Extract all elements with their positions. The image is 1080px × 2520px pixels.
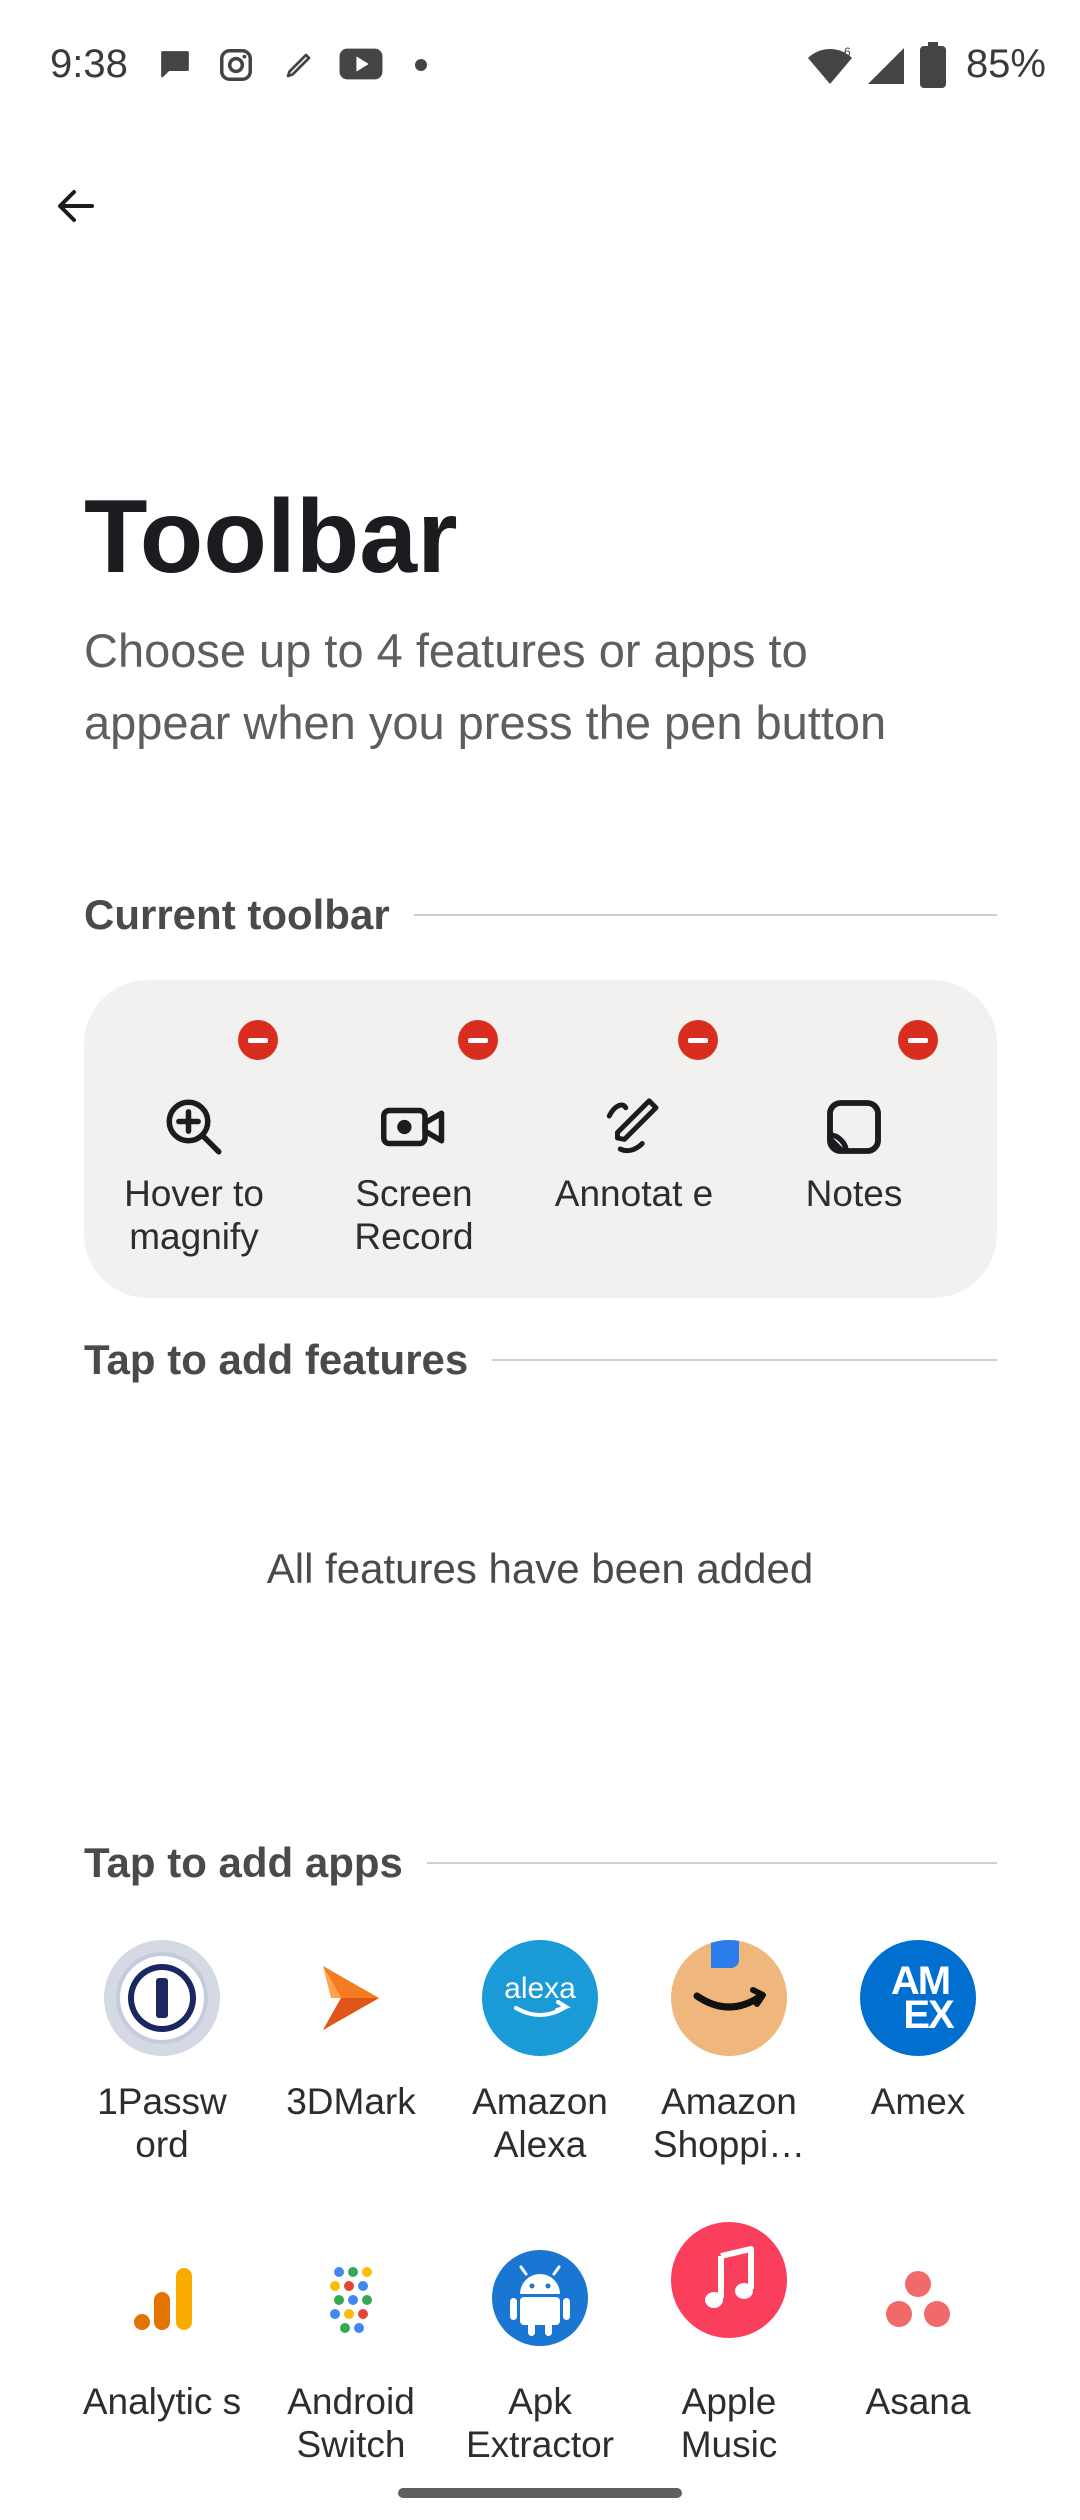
back-button[interactable] xyxy=(40,170,112,242)
wifi-icon: 6 xyxy=(808,45,852,84)
toolbar-item-annotate[interactable]: Annotat e xyxy=(524,980,744,1298)
alexa-wordmark: alexa xyxy=(504,1972,576,2005)
annotate-pen-icon xyxy=(597,1090,671,1164)
instagram-icon xyxy=(220,49,252,81)
zoom-in-icon xyxy=(157,1090,231,1164)
app-apple-music[interactable]: Apple Music xyxy=(634,2222,824,2472)
signal-icon xyxy=(868,48,904,84)
asana-icon xyxy=(860,2240,976,2356)
page-title: Toolbar xyxy=(84,479,458,595)
notes-icon xyxy=(817,1090,891,1164)
app-amex[interactable]: AM EX Amex xyxy=(823,1940,1013,2190)
divider xyxy=(413,914,997,916)
toolbar-item-hover-to-magnify[interactable]: Hover to magnify xyxy=(84,980,304,1298)
status-time: 9:38 xyxy=(50,42,128,86)
app-label: 1Passw ord xyxy=(97,2081,227,2165)
current-toolbar-heading: Current toolbar xyxy=(84,891,390,938)
svg-text:6: 6 xyxy=(844,45,851,59)
home-indicator[interactable] xyxy=(398,2488,682,2498)
divider xyxy=(492,1359,997,1361)
toolbar-item-screen-record[interactable]: Screen Record xyxy=(304,980,524,1298)
features-empty-message: All features have been added xyxy=(266,1545,814,1592)
3dmark-icon xyxy=(293,1940,409,2056)
dot-icon xyxy=(415,59,427,71)
amazon-shopping-icon xyxy=(671,1940,787,2056)
remove-button[interactable] xyxy=(898,1020,938,1060)
app-label: Apple Music xyxy=(680,2381,778,2465)
youtube-icon xyxy=(339,48,383,80)
battery-percentage: 85% xyxy=(965,42,1046,86)
status-bar: 9:38 6 85% xyxy=(0,0,1080,135)
current-toolbar-header: Current toolbar xyxy=(84,885,997,945)
features-heading: Tap to add features xyxy=(84,1336,469,1383)
svg-text:EX: EX xyxy=(903,1993,955,2037)
app-label: Apk Extractor xyxy=(465,2381,615,2465)
app-label: Android Switch xyxy=(287,2381,415,2465)
apple-music-icon xyxy=(671,2222,787,2338)
toolbar-item-notes[interactable]: Notes xyxy=(744,980,964,1298)
app-amazon-shopping[interactable]: Amazon Shoppi… xyxy=(634,1940,824,2190)
1password-icon xyxy=(104,1940,220,2056)
app-label: 3DMark xyxy=(286,2081,416,2122)
app-1password[interactable]: 1Passw ord xyxy=(67,1940,257,2190)
app-apk-extractor[interactable]: Apk Extractor xyxy=(445,2240,635,2490)
app-amazon-alexa[interactable]: alexa Amazon Alexa xyxy=(445,1940,635,2190)
app-asana[interactable]: Asana xyxy=(823,2240,1013,2490)
messages-icon xyxy=(161,51,189,78)
apps-header: Tap to add apps xyxy=(84,1833,997,1893)
apk-extractor-icon xyxy=(482,2240,598,2356)
app-3dmark[interactable]: 3DMark xyxy=(256,1940,446,2190)
toolbar-item-label: Screen Record xyxy=(354,1173,474,1257)
toolbar-item-label: Notes xyxy=(805,1173,903,1214)
divider xyxy=(426,1862,997,1864)
amex-icon: AM EX xyxy=(860,1940,976,2056)
app-label: Amazon Alexa xyxy=(472,2081,608,2165)
features-header: Tap to add features xyxy=(84,1330,997,1390)
app-label: Amex xyxy=(870,2081,966,2122)
alexa-icon: alexa xyxy=(482,1940,598,2056)
toolbar-item-label: Hover to magnify xyxy=(124,1173,264,1257)
app-android-switch[interactable]: Android Switch xyxy=(256,2240,446,2490)
app-label: Analytic s xyxy=(82,2381,242,2422)
android-switch-icon xyxy=(293,2240,409,2356)
analytics-icon xyxy=(104,2240,220,2356)
back-arrow-icon xyxy=(58,190,94,222)
pen-icon xyxy=(286,53,311,78)
current-toolbar-card: Hover to magnify Screen Record Annotat e xyxy=(84,980,997,1298)
page-subtitle: Choose up to 4 features or apps to appea… xyxy=(84,624,887,749)
toolbar-item-label: Annotat e xyxy=(554,1173,714,1214)
remove-button[interactable] xyxy=(458,1020,498,1060)
app-analytics[interactable]: Analytic s xyxy=(67,2240,257,2490)
remove-button[interactable] xyxy=(678,1020,718,1060)
video-camera-icon xyxy=(377,1090,451,1164)
remove-button[interactable] xyxy=(238,1020,278,1060)
app-label: Asana xyxy=(865,2381,971,2422)
battery-icon xyxy=(920,42,946,88)
apps-heading: Tap to add apps xyxy=(84,1839,403,1886)
app-label: Amazon Shoppi… xyxy=(652,2081,806,2165)
